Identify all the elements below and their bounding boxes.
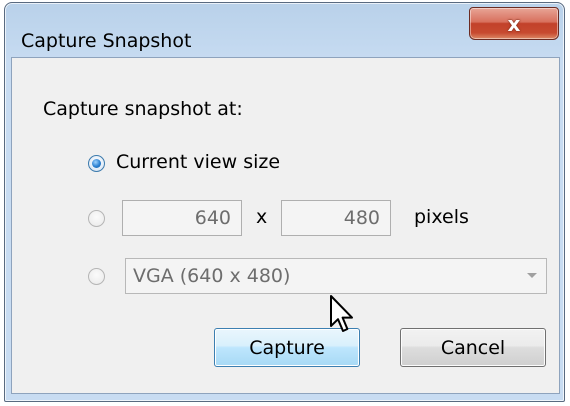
height-input[interactable]: 480 [281, 200, 391, 236]
preset-size-value: VGA (640 x 480) [133, 265, 291, 287]
cancel-button-label: Cancel [440, 336, 506, 359]
cancel-button[interactable]: Cancel [400, 328, 546, 367]
capture-button-label: Capture [249, 336, 325, 359]
preset-size-select[interactable]: VGA (640 x 480) [125, 258, 547, 294]
radio-current-view-size[interactable] [88, 155, 105, 172]
dialog-client-area: Capture snapshot at: Current view size 6… [11, 57, 560, 394]
current-view-size-label[interactable]: Current view size [116, 151, 280, 173]
close-button[interactable]: x [469, 7, 559, 40]
mouse-pointer-icon [330, 295, 353, 332]
close-icon: x [507, 11, 521, 36]
capture-prompt-label: Capture snapshot at: [43, 98, 243, 120]
chevron-down-icon [527, 273, 537, 278]
window-title: Capture Snapshot [21, 30, 192, 52]
size-separator-label: x [256, 206, 268, 228]
width-input[interactable]: 640 [122, 200, 242, 236]
pixels-unit-label: pixels [414, 206, 469, 228]
capture-snapshot-window: Capture Snapshot x Capture snapshot at: … [4, 2, 565, 402]
radio-custom-size[interactable] [88, 210, 105, 227]
radio-preset-size[interactable] [88, 268, 105, 285]
